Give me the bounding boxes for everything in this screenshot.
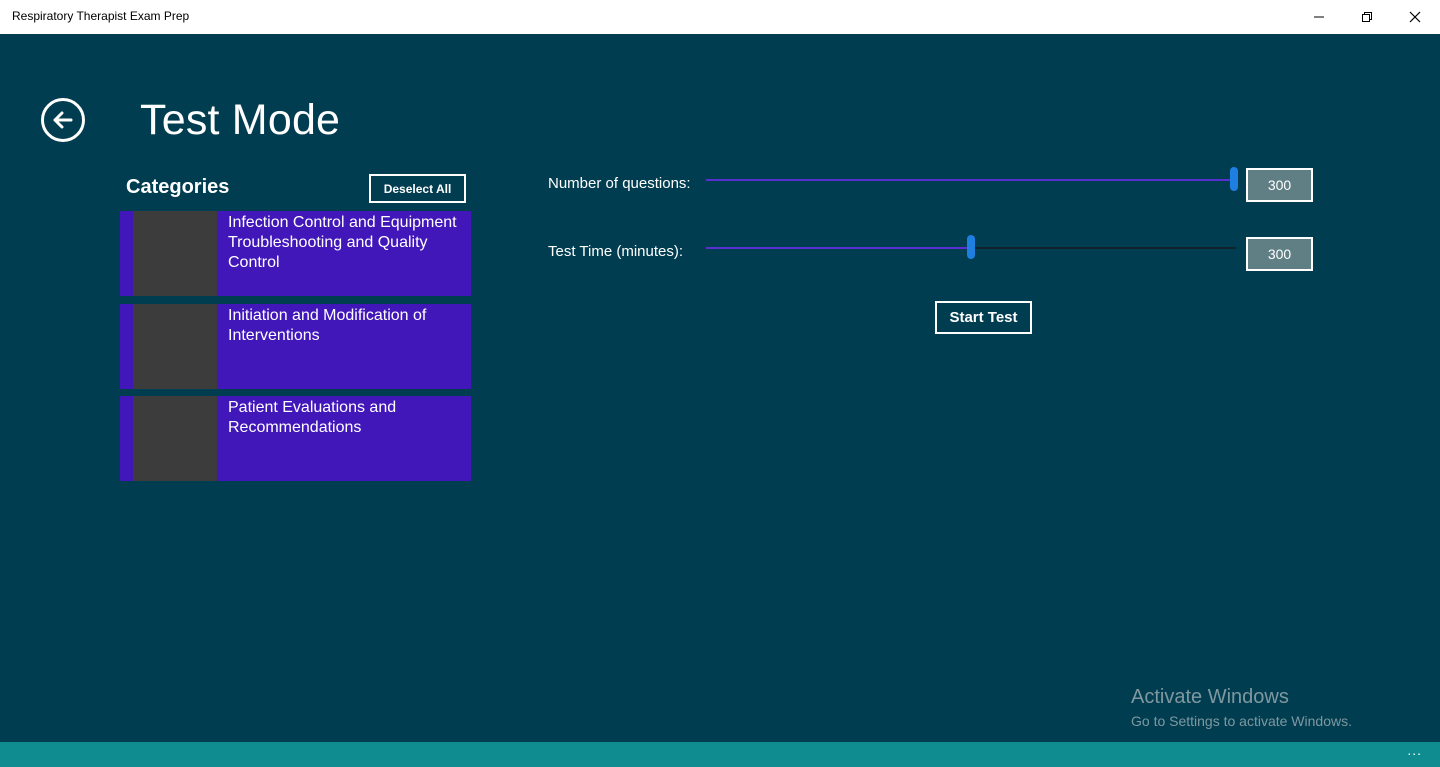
start-test-button[interactable]: Start Test <box>935 301 1032 334</box>
category-label: Initiation and Modification of Intervent… <box>228 307 427 344</box>
category-thumbnail <box>133 304 217 389</box>
category-thumbnail <box>133 396 217 481</box>
close-icon <box>1409 11 1421 23</box>
categories-heading: Categories <box>126 176 230 198</box>
category-item[interactable]: Patient Evaluations and Recommendations <box>120 396 471 481</box>
questions-slider-fill <box>706 179 1236 181</box>
restore-button[interactable] <box>1344 0 1390 34</box>
category-item[interactable]: Infection Control and Equipment Troubles… <box>120 211 471 296</box>
time-slider-fill <box>706 247 971 249</box>
activation-watermark-subtitle: Go to Settings to activate Windows. <box>1131 713 1352 729</box>
back-arrow-icon <box>53 111 73 129</box>
deselect-all-button[interactable]: Deselect All <box>369 174 466 203</box>
time-label: Test Time (minutes): <box>548 243 684 260</box>
restore-icon <box>1362 12 1372 22</box>
back-button[interactable] <box>41 98 85 142</box>
category-item[interactable]: Initiation and Modification of Intervent… <box>120 304 471 389</box>
minimize-button[interactable] <box>1296 0 1342 34</box>
time-value-input[interactable]: 300 <box>1246 237 1313 271</box>
more-options-button[interactable]: ... <box>1407 742 1422 758</box>
title-bar: Respiratory Therapist Exam Prep <box>0 0 1440 34</box>
category-thumbnail <box>133 211 217 296</box>
questions-slider-thumb[interactable] <box>1230 167 1238 191</box>
category-label: Patient Evaluations and Recommendations <box>228 399 397 436</box>
category-label: Infection Control and Equipment Troubles… <box>228 214 457 271</box>
time-slider-thumb[interactable] <box>967 235 975 259</box>
questions-value-input[interactable]: 300 <box>1246 168 1313 202</box>
questions-label: Number of questions: <box>548 175 691 192</box>
close-button[interactable] <box>1392 0 1438 34</box>
window-title: Respiratory Therapist Exam Prep <box>12 9 190 23</box>
questions-slider[interactable] <box>706 167 1238 191</box>
app-bar: ... <box>0 742 1440 767</box>
minimize-icon <box>1314 16 1324 18</box>
time-slider[interactable] <box>706 235 1236 259</box>
activation-watermark-title: Activate Windows <box>1131 686 1289 708</box>
page-title: Test Mode <box>140 96 341 144</box>
